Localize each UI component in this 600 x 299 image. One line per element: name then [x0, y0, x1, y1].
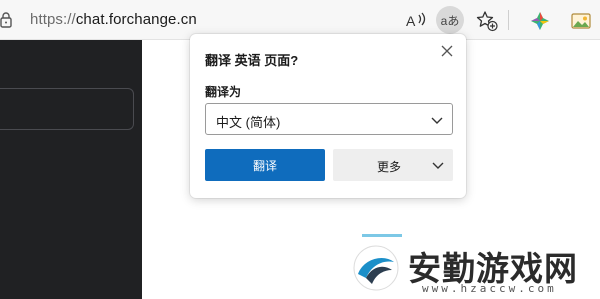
chevron-down-icon — [431, 117, 443, 124]
url-host: chat.forchange.cn — [75, 11, 197, 28]
translate-button[interactable]: 翻译 — [205, 149, 325, 181]
more-button-label: 更多 — [377, 160, 402, 174]
watermark-accent — [362, 234, 402, 237]
page-sidebar — [0, 40, 142, 299]
watermark-logo — [353, 245, 399, 291]
more-button[interactable]: 更多 — [333, 149, 453, 181]
url-protocol: https:// — [30, 11, 76, 28]
close-icon[interactable] — [438, 42, 456, 60]
translate-to-label: 翻译为 — [205, 85, 242, 99]
image-icon[interactable] — [568, 8, 594, 34]
popup-title: 翻译 英语 页面? — [205, 53, 299, 68]
watermark: 安勤游戏网 www.hzaccw.com — [350, 234, 600, 299]
chevron-down-icon — [432, 162, 444, 169]
extension-icon[interactable] — [527, 8, 553, 34]
add-favorite-icon[interactable] — [474, 8, 500, 34]
translate-icon[interactable]: aあ — [436, 6, 464, 34]
svg-text:A: A — [406, 13, 416, 29]
translate-glyph: aあ — [440, 13, 460, 28]
sidebar-new-chat-box[interactable] — [0, 88, 134, 130]
selected-language: 中文 (简体) — [216, 115, 281, 130]
translate-popup: 翻译 英语 页面? 翻译为 中文 (简体) 翻译 更多 — [190, 34, 466, 198]
address-bar-url[interactable]: https://chat.forchange.cn — [30, 11, 197, 28]
watermark-url: www.hzaccw.com — [422, 282, 557, 295]
target-language-select[interactable]: 中文 (简体) — [205, 103, 453, 135]
toolbar-divider — [508, 10, 509, 30]
read-aloud-icon[interactable]: A — [404, 8, 430, 34]
lock-icon[interactable] — [0, 12, 12, 28]
